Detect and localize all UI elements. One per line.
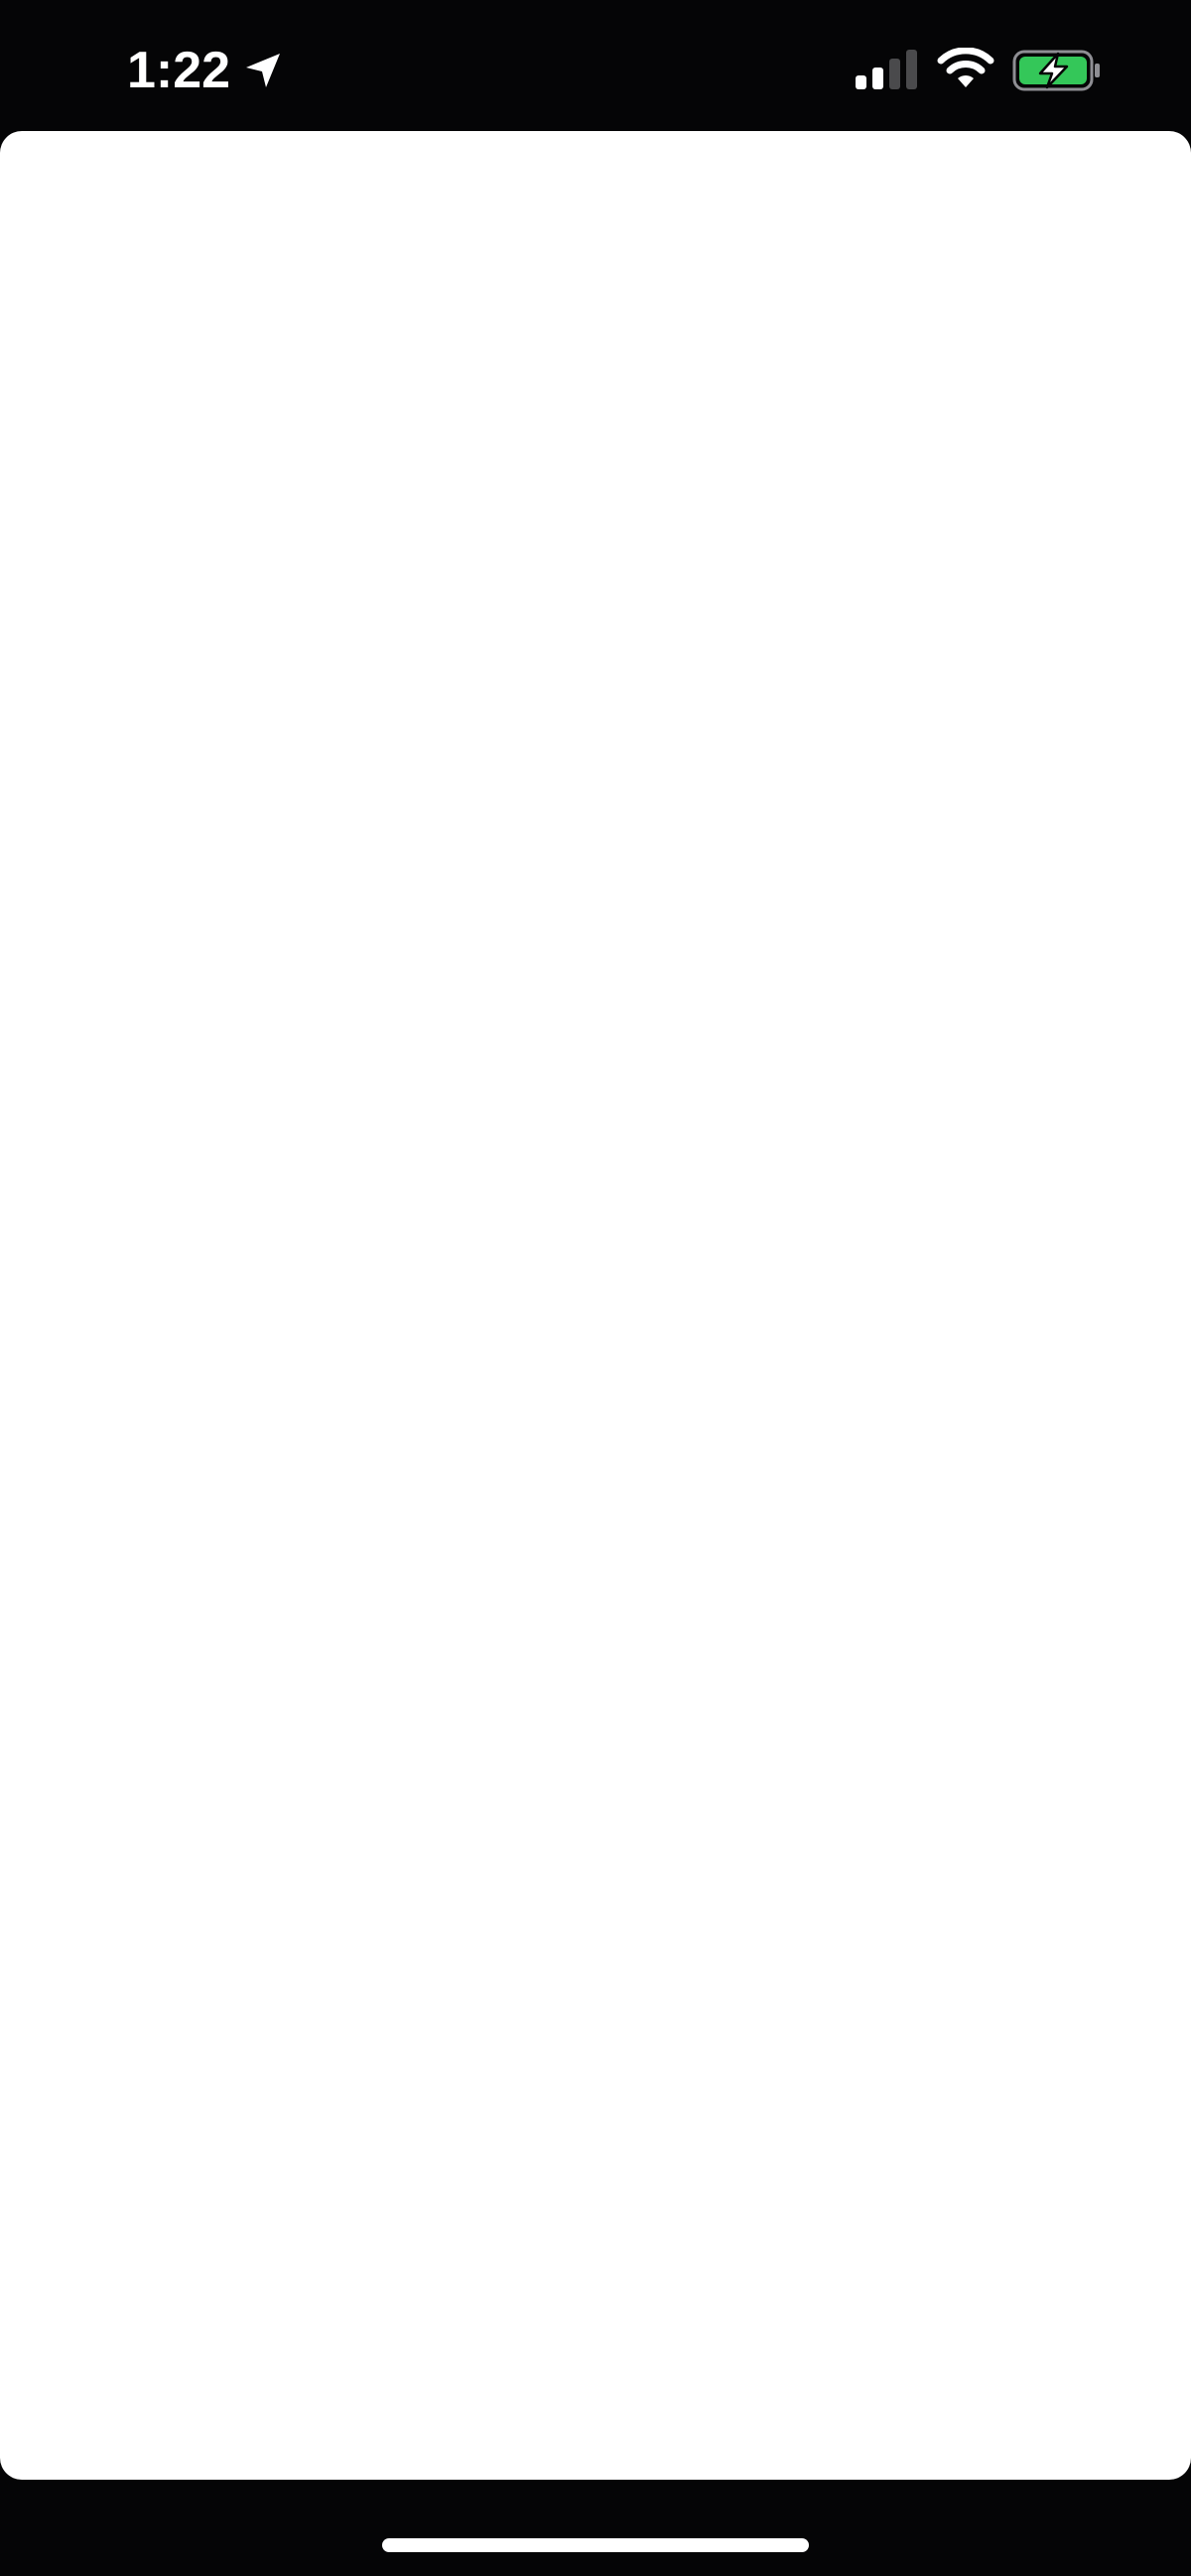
cellular-signal-icon — [856, 50, 917, 89]
phone-screen: 1:22 — [0, 0, 1191, 2576]
wifi-icon — [937, 48, 994, 87]
time-group: 1:22 — [127, 38, 284, 103]
location-arrow-icon — [242, 50, 284, 91]
home-indicator[interactable] — [382, 2538, 809, 2552]
content-sheet — [0, 131, 1191, 2480]
status-bar: 1:22 — [0, 0, 1191, 131]
battery-charging-icon — [1012, 50, 1100, 91]
status-time: 1:22 — [127, 42, 231, 99]
